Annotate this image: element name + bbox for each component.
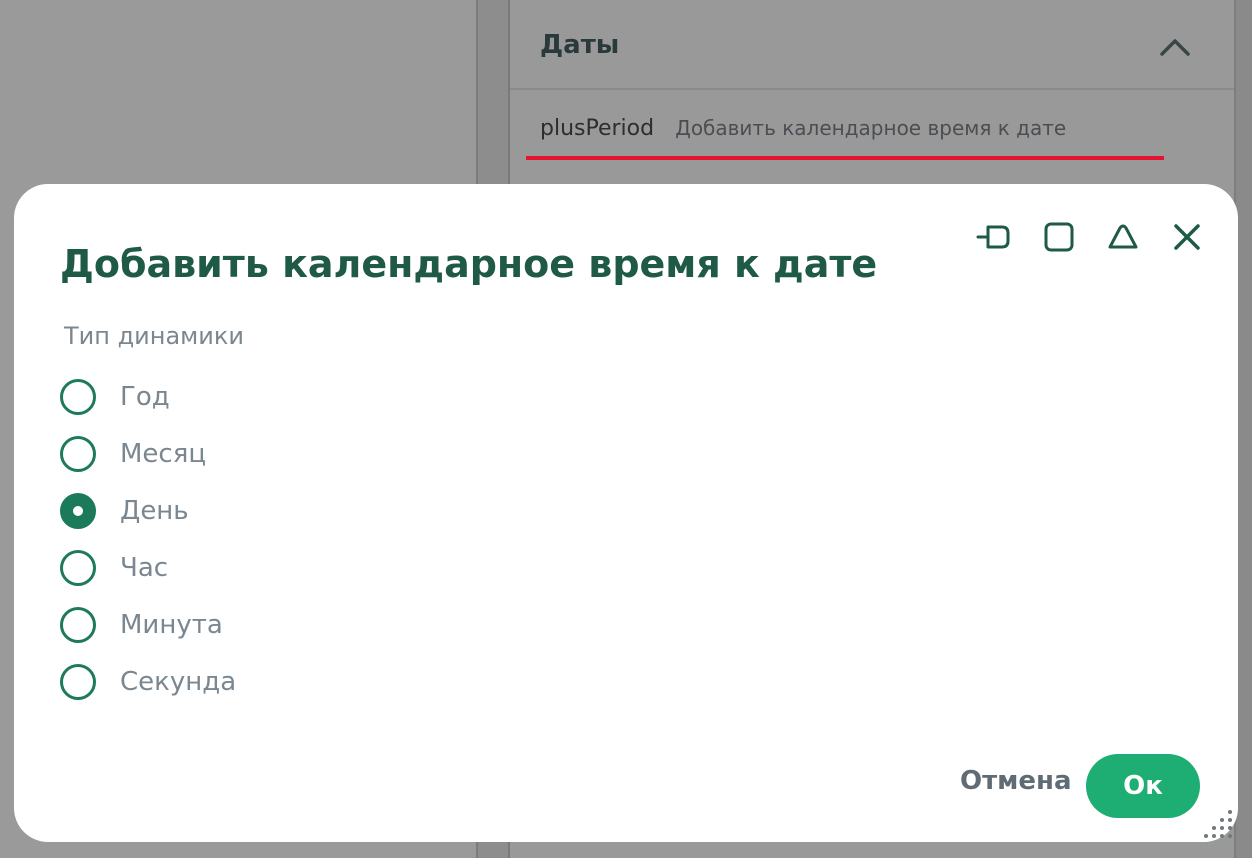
radio-option-minute[interactable]: Минута <box>60 596 236 653</box>
dynamics-type-label: Тип динамики <box>64 322 244 350</box>
radio-label: Секунда <box>120 666 237 697</box>
radio-label: Минута <box>120 609 223 640</box>
minimize-icon[interactable] <box>1104 218 1142 256</box>
close-icon[interactable] <box>1168 218 1206 256</box>
section-header-dates[interactable]: Даты <box>510 0 1236 90</box>
dynamics-type-radio-group: Год Месяц День Час Минута Секунда <box>60 368 236 710</box>
radio-label: Год <box>120 381 170 412</box>
function-name: plusPeriod <box>540 116 655 141</box>
radio-option-day[interactable]: День <box>60 482 236 539</box>
function-description: Добавить календарное время к дате <box>675 116 1067 140</box>
dialog-add-calendar-time: Добавить календарное время к дате Тип ди… <box>14 184 1238 842</box>
radio-option-second[interactable]: Секунда <box>60 653 236 710</box>
ok-button[interactable]: Ок <box>1086 754 1200 818</box>
maximize-icon[interactable] <box>1040 218 1078 256</box>
radio-button[interactable] <box>60 663 96 700</box>
dialog-title: Добавить календарное время к дате <box>60 242 878 286</box>
radio-option-year[interactable]: Год <box>60 368 236 425</box>
radio-button[interactable] <box>60 549 96 586</box>
highlight-underline <box>526 156 1164 160</box>
function-item-plusPeriod[interactable]: plusPeriod Добавить календарное время к … <box>540 116 1066 141</box>
radio-button[interactable] <box>60 435 96 472</box>
resize-grip-icon[interactable] <box>1196 804 1236 844</box>
radio-button-checked[interactable] <box>60 492 96 529</box>
section-title: Даты <box>540 30 620 60</box>
radio-label: Час <box>120 552 169 583</box>
cancel-button[interactable]: Отмена <box>960 766 1072 796</box>
radio-label: Месяц <box>120 438 207 469</box>
radio-label: День <box>120 495 189 526</box>
radio-option-hour[interactable]: Час <box>60 539 236 596</box>
radio-button[interactable] <box>60 378 96 415</box>
chevron-up-icon[interactable] <box>1158 32 1192 62</box>
pin-icon[interactable] <box>976 218 1014 256</box>
radio-option-month[interactable]: Месяц <box>60 425 236 482</box>
window-controls <box>976 218 1206 256</box>
radio-button[interactable] <box>60 606 96 643</box>
screen: Даты plusPeriod Добавить календарное вре… <box>0 0 1252 858</box>
